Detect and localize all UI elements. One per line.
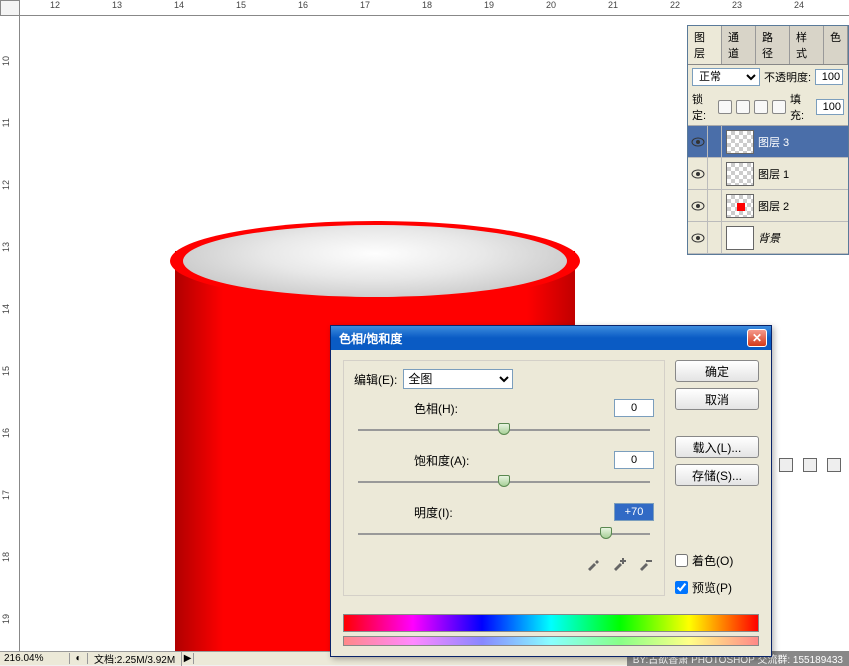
zoom-level[interactable]: 216.04% <box>0 653 70 664</box>
eyedropper-icon[interactable] <box>584 555 602 573</box>
layer-row[interactable]: 图层 2 <box>688 190 848 222</box>
layer-name: 图层 3 <box>758 134 789 150</box>
colorize-checkbox[interactable] <box>675 554 688 567</box>
fill-input[interactable] <box>816 99 844 115</box>
cancel-button[interactable]: 取消 <box>675 388 759 410</box>
lock-position-icon[interactable] <box>754 100 768 114</box>
slider-thumb[interactable] <box>498 475 510 487</box>
slider-thumb[interactable] <box>600 527 612 539</box>
layer-row[interactable]: 图层 1 <box>688 158 848 190</box>
opacity-label: 不透明度: <box>764 69 811 85</box>
lightness-label: 明度(I): <box>414 504 453 521</box>
panel-icon[interactable] <box>779 458 793 472</box>
saturation-input[interactable] <box>614 451 654 469</box>
save-button[interactable]: 存储(S)... <box>675 464 759 486</box>
hue-input[interactable] <box>614 399 654 417</box>
dialog-title: 色相/饱和度 <box>335 330 747 347</box>
panel-icon[interactable] <box>803 458 817 472</box>
lock-transparency-icon[interactable] <box>718 100 732 114</box>
eyedropper-minus-icon[interactable] <box>636 555 654 573</box>
layer-thumbnail <box>726 226 754 250</box>
preview-checkbox[interactable] <box>675 581 688 594</box>
fill-label: 填充: <box>790 91 812 123</box>
eyedropper-plus-icon[interactable] <box>610 555 628 573</box>
lock-pixels-icon[interactable] <box>736 100 750 114</box>
lock-all-icon[interactable] <box>772 100 786 114</box>
panel-icon[interactable] <box>827 458 841 472</box>
tab-channels[interactable]: 通道 <box>722 26 756 64</box>
opacity-input[interactable] <box>815 69 843 85</box>
ok-button[interactable]: 确定 <box>675 360 759 382</box>
tab-layers[interactable]: 图层 <box>688 26 722 64</box>
colorize-label: 着色(O) <box>692 552 733 569</box>
visibility-icon[interactable] <box>688 158 708 189</box>
vertical-ruler: 10 11 12 13 14 15 16 17 18 19 <box>0 16 20 651</box>
lightness-slider[interactable] <box>358 527 650 541</box>
edit-select[interactable]: 全图 <box>403 369 513 389</box>
tab-colors[interactable]: 色 <box>824 26 848 64</box>
spectrum-bar <box>343 614 759 632</box>
load-button[interactable]: 载入(L)... <box>675 436 759 458</box>
visibility-icon[interactable] <box>688 190 708 221</box>
status-menu-arrow-icon[interactable]: ▶ <box>182 653 194 664</box>
hue-slider[interactable] <box>358 423 650 437</box>
panel-bottom-icons <box>779 458 841 472</box>
layer-thumbnail <box>726 162 754 186</box>
hue-saturation-dialog: 色相/饱和度 ✕ 编辑(E): 全图 色相(H): 饱和度(A): <box>330 325 772 657</box>
saturation-slider[interactable] <box>358 475 650 489</box>
hue-label: 色相(H): <box>414 400 458 417</box>
saturation-label: 饱和度(A): <box>414 452 469 469</box>
layers-panel: 图层 通道 路径 样式 色 正常 不透明度: 锁定: 填充: 图层 3 <box>687 25 849 255</box>
blend-mode-select[interactable]: 正常 <box>692 68 760 86</box>
dialog-titlebar[interactable]: 色相/饱和度 ✕ <box>331 326 771 350</box>
visibility-icon[interactable] <box>688 222 708 253</box>
layer-row[interactable]: 背景 <box>688 222 848 254</box>
status-icon: ◐ <box>70 653 88 664</box>
layer-thumbnail <box>726 130 754 154</box>
spectrum-bar-result <box>343 636 759 646</box>
close-icon[interactable]: ✕ <box>747 329 767 347</box>
edit-label: 编辑(E): <box>354 371 397 388</box>
preview-label: 预览(P) <box>692 579 732 596</box>
layer-thumbnail <box>726 194 754 218</box>
ruler-corner <box>0 0 20 16</box>
layer-name: 背景 <box>758 230 780 246</box>
horizontal-ruler: 12 13 14 15 16 17 18 19 20 21 22 23 24 2… <box>20 0 849 16</box>
layer-row[interactable]: 图层 3 <box>688 126 848 158</box>
layer-name: 图层 2 <box>758 198 789 214</box>
lock-label: 锁定: <box>692 91 714 123</box>
layer-name: 图层 1 <box>758 166 789 182</box>
doc-size: 文档:2.25M/3.92M <box>88 651 182 666</box>
tab-styles[interactable]: 样式 <box>790 26 824 64</box>
tab-paths[interactable]: 路径 <box>756 26 790 64</box>
slider-thumb[interactable] <box>498 423 510 435</box>
lightness-input[interactable] <box>614 503 654 521</box>
visibility-icon[interactable] <box>688 126 708 157</box>
